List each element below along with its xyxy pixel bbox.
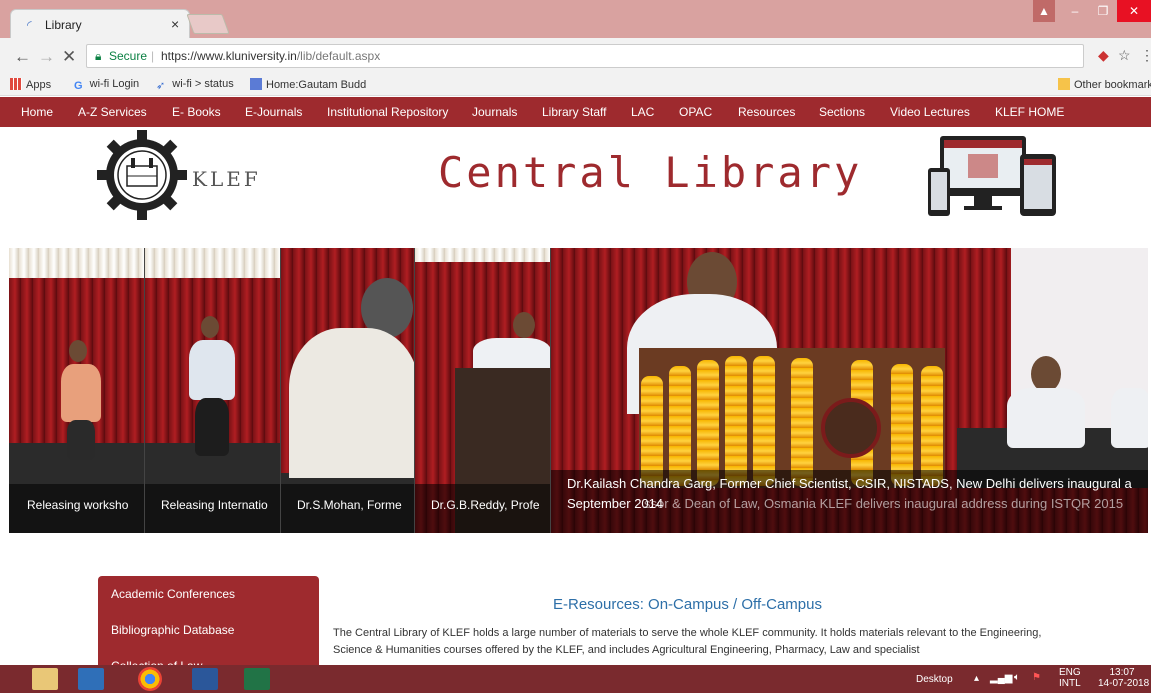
bookmark-gautam[interactable]: Home:Gautam Budd [250, 78, 366, 91]
close-window-button[interactable]: ✕ [1117, 0, 1151, 22]
extension-icon[interactable]: ◆ [1098, 47, 1109, 64]
slide-thumb-1[interactable]: Releasing worksho [9, 248, 145, 533]
slide-caption: Releasing worksho [27, 498, 129, 512]
slide-thumb-4[interactable]: Dr.G.B.Reddy, Profe [415, 248, 551, 533]
desktop-toolbar[interactable]: Desktop [916, 674, 953, 685]
sidebar-item-academic-conferences[interactable]: Academic Conferences [111, 587, 235, 601]
nav-opac[interactable]: OPAC [679, 105, 712, 119]
flag-icon[interactable]: ⚑ [1032, 672, 1041, 683]
chrome-icon[interactable] [138, 667, 162, 691]
nav-klef-home[interactable]: KLEF HOME [995, 105, 1064, 119]
bookmark-favicon-icon: ➶ [156, 80, 166, 92]
slide-caption-ghost: ssor & Dean of Law, Osmania KLEF deliver… [644, 496, 1124, 511]
profile-icon[interactable]: ▲ [1033, 0, 1055, 22]
address-input[interactable]: 🔒︎ Secure | https://www.kluniversity.in/… [86, 44, 1084, 68]
sidebar-item-bibliographic-database[interactable]: Bibliographic Database [111, 623, 234, 637]
bookmark-wifi-login[interactable]: G wi-fi Login [74, 78, 139, 92]
site-navbar: Home A-Z Services E- Books E-Journals In… [0, 97, 1151, 127]
slide-caption: Releasing Internatio [161, 498, 268, 512]
tray-overflow-icon[interactable]: ▴ [974, 673, 979, 684]
main-slide-caption: Dr.Kailash Chandra Garg, Former Chief Sc… [567, 476, 1132, 491]
browser-tab[interactable]: ◜ Library × [10, 9, 190, 38]
loading-icon: ◜ [27, 18, 32, 32]
browser-titlebar: ◜ Library × ▲ – ❐ ✕ [0, 0, 1151, 38]
eresources-text: The Central Library of KLEF holds a larg… [333, 627, 1042, 656]
nav-az-services[interactable]: A-Z Services [78, 105, 147, 119]
menu-icon[interactable]: ⋮ [1140, 47, 1151, 64]
bookmark-wifi-status[interactable]: ➶ wi-fi > status [156, 78, 234, 92]
tab-title: Library [45, 18, 82, 32]
slide-caption: Dr.S.Mohan, Forme [297, 498, 402, 512]
other-bookmarks[interactable]: Other bookmark [1058, 78, 1151, 91]
main-slide-date: September 2014 [567, 496, 664, 511]
back-icon[interactable]: ← [14, 47, 31, 67]
nav-library-staff[interactable]: Library Staff [542, 105, 606, 119]
google-icon: G [74, 80, 83, 92]
restore-button[interactable]: ❐ [1089, 0, 1117, 22]
page-title: Central Library [438, 148, 863, 197]
stop-icon[interactable]: ✕ [62, 47, 76, 67]
volume-icon[interactable]: 🔈︎ [1014, 672, 1020, 683]
slide-thumb-2[interactable]: Releasing Internatio [145, 248, 281, 533]
folder-icon [1058, 78, 1070, 90]
lync-icon[interactable] [78, 668, 104, 690]
nav-ejournals[interactable]: E-Journals [245, 105, 302, 119]
lock-icon: 🔒︎ [95, 49, 102, 63]
bookmark-apps[interactable]: Apps [10, 78, 51, 91]
nav-institutional-repository[interactable]: Institutional Repository [327, 105, 448, 119]
excel-icon[interactable] [244, 668, 270, 690]
devices-illustration-icon [928, 136, 1056, 216]
file-explorer-icon[interactable] [32, 668, 58, 690]
nav-journals[interactable]: Journals [472, 105, 517, 119]
apps-grid-icon [10, 78, 22, 90]
secure-label: Secure [109, 49, 148, 63]
bookmark-favicon-icon [250, 78, 262, 90]
image-slider[interactable]: Releasing worksho Releasing Internatio D… [9, 248, 1148, 533]
nav-ebooks[interactable]: E- Books [172, 105, 221, 119]
nav-sections[interactable]: Sections [819, 105, 865, 119]
minimize-button[interactable]: – [1061, 0, 1089, 22]
window-controls: ▲ – ❐ ✕ [1033, 0, 1151, 24]
address-toolbar: ← → ✕ 🔒︎ Secure | https://www.kluniversi… [0, 38, 1151, 74]
nav-lac[interactable]: LAC [631, 105, 654, 119]
bookmark-star-icon[interactable]: ☆ [1118, 47, 1131, 64]
new-tab-button[interactable] [186, 14, 230, 34]
nav-home[interactable]: Home [21, 105, 53, 119]
word-icon[interactable] [192, 668, 218, 690]
windows-taskbar: Desktop ▴ ▂▄▆ 🔈︎ ⚑ ENG INTL 13:07 14-07-20… [0, 665, 1151, 693]
nav-video-lectures[interactable]: Video Lectures [890, 105, 970, 119]
sidebar-menu: Academic Conferences Bibliographic Datab… [98, 576, 319, 673]
nav-resources[interactable]: Resources [738, 105, 795, 119]
slide-caption: Dr.G.B.Reddy, Profe [431, 498, 540, 512]
brand-name: KLEF [192, 167, 261, 191]
klef-logo-icon[interactable] [97, 130, 187, 220]
eresources-title: E-Resources: On-Campus / Off-Campus [553, 596, 822, 613]
forward-icon[interactable]: → [38, 47, 55, 67]
network-icon[interactable]: ▂▄▆ [990, 673, 1012, 684]
clock[interactable]: 13:07 14-07-2018 [1098, 667, 1149, 689]
url-text: https://www.kluniversity.in/lib/default.… [161, 49, 381, 63]
language-indicator[interactable]: ENG INTL [1059, 667, 1081, 689]
tab-close-icon[interactable]: × [171, 16, 179, 32]
bookmarks-bar: Apps G wi-fi Login ➶ wi-fi > status Home… [0, 74, 1151, 96]
slide-thumb-3[interactable]: Dr.S.Mohan, Forme [281, 248, 415, 533]
